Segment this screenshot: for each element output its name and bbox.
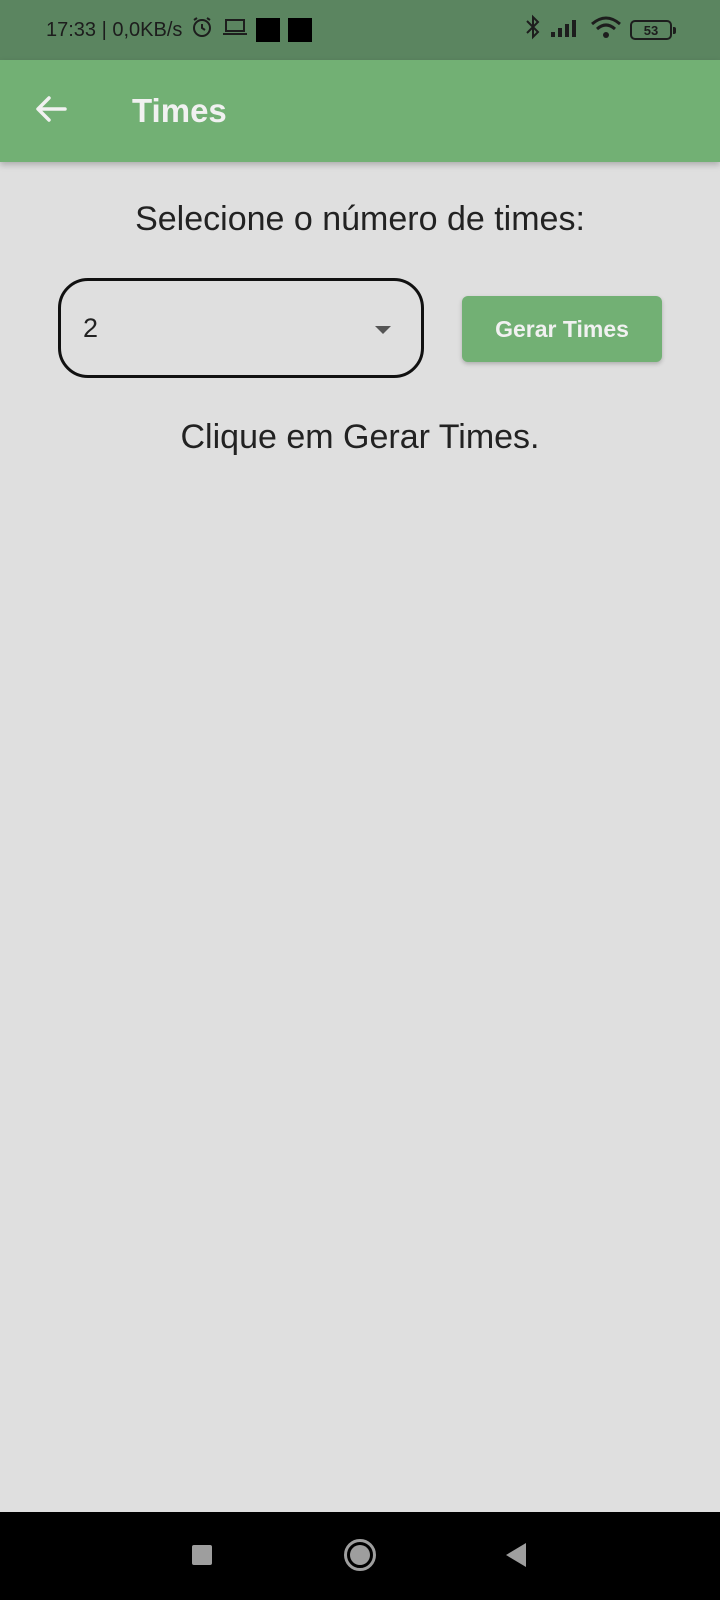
- page-title: Times: [132, 92, 227, 129]
- notification-square-icon: [288, 18, 313, 42]
- recents-square-icon[interactable]: [192, 1545, 212, 1565]
- battery-icon: 53: [630, 20, 676, 40]
- status-left: 17:33 | 0,0KB/s: [46, 15, 313, 45]
- dropdown-value: 2: [83, 312, 99, 343]
- signal-icon: [550, 16, 582, 44]
- wifi-icon: [590, 15, 622, 45]
- status-bar: 17:33 | 0,0KB/s 53: [0, 0, 720, 60]
- battery-level: 53: [643, 22, 659, 38]
- app-bar: Times: [0, 60, 720, 162]
- system-nav-bar: [0, 1512, 720, 1600]
- back-triangle-icon[interactable]: [506, 1543, 526, 1567]
- generate-teams-button[interactable]: Gerar Times: [462, 296, 662, 362]
- prompt-label: Selecione o número de times:: [135, 200, 585, 238]
- status-time: 17:33 | 0,0KB/s: [46, 18, 183, 41]
- alarm-icon: [190, 15, 214, 45]
- home-circle-icon[interactable]: [344, 1539, 376, 1571]
- team-count-dropdown[interactable]: 2: [58, 278, 424, 378]
- arrow-left-icon: [35, 95, 67, 128]
- back-button[interactable]: [30, 90, 72, 132]
- notification-square-icon: [256, 18, 281, 42]
- status-right: 53: [524, 14, 676, 46]
- hint-text: Clique em Gerar Times.: [180, 418, 540, 456]
- laptop-icon: [222, 16, 248, 44]
- bluetooth-icon: [524, 14, 542, 46]
- chevron-down-icon: [375, 326, 391, 334]
